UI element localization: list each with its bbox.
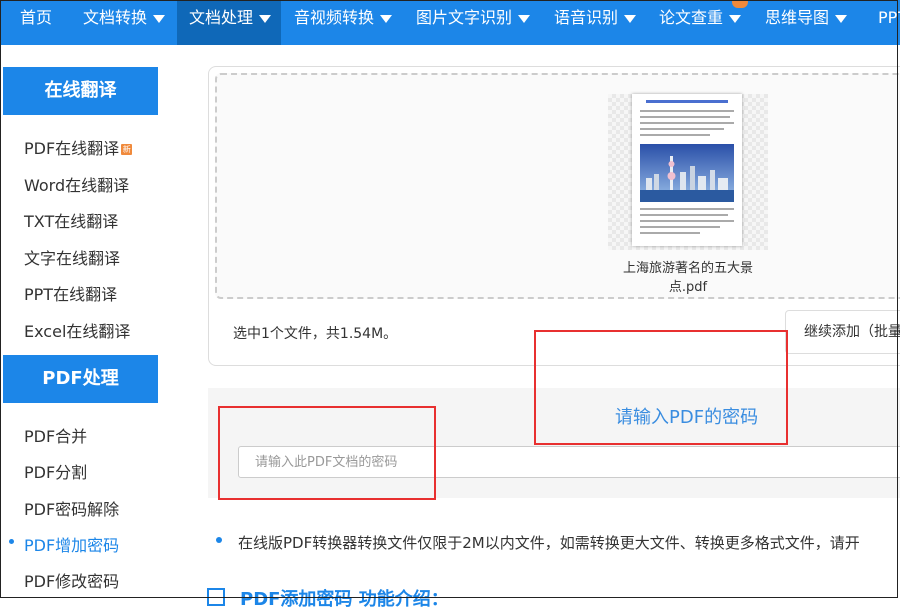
pdf-thumbnail[interactable] <box>632 94 742 246</box>
sidebar-item-label: PDF分割 <box>24 463 88 482</box>
sidebar-item-label: Word在线翻译 <box>24 176 130 195</box>
sidebar-section-title: 在线翻译 <box>44 80 117 101</box>
sidebar-item-label: PDF增加密码 <box>24 536 120 555</box>
nav-item-home[interactable]: 首页 <box>12 0 60 45</box>
sidebar-item-label: TXT在线翻译 <box>24 212 119 231</box>
thumbnail-text-line <box>640 208 734 210</box>
chevron-down-icon <box>518 14 531 23</box>
sidebar-item-pdf-merge[interactable]: PDF合并 <box>24 423 87 447</box>
sidebar-item-pdf-change-password[interactable]: PDF修改密码 <box>24 568 119 592</box>
file-size-notice: 在线版PDF转换器转换文件仅限于2M以内文件，如需转换更大文件、转换更多格式文件… <box>238 534 860 552</box>
thumbnail-text-line <box>640 122 734 124</box>
thumbnail-photo <box>640 144 734 202</box>
sidebar-item-text-translate[interactable]: 文字在线翻译 <box>24 245 120 269</box>
sidebar-item-label: PDF合并 <box>24 427 88 446</box>
sidebar-item-label: 文字在线翻译 <box>24 249 121 268</box>
chevron-down-icon <box>380 14 393 23</box>
nav-item-mindmap[interactable]: 思维导图 <box>757 0 855 45</box>
chevron-down-icon <box>624 14 637 23</box>
sidebar-item-ppt-translate[interactable]: PPT在线翻译 <box>24 281 117 305</box>
annotation-box-password-input <box>218 406 436 500</box>
chevron-down-icon <box>729 14 742 23</box>
file-info-text: 选中1个文件，共1.54M。 <box>233 326 398 342</box>
thumbnail-text-line <box>640 220 734 222</box>
nav-item-label: 文档转换 <box>83 8 148 27</box>
sidebar-item-excel-translate[interactable]: Excel在线翻译 <box>24 318 130 342</box>
nav-item-ppt[interactable]: PPT <box>870 0 900 45</box>
sidebar-section-translate: 在线翻译 <box>3 67 158 115</box>
thumbnail-text-line <box>640 214 728 216</box>
nav-item-speech[interactable]: 语音识别 <box>546 0 644 45</box>
nav-item-label: 思维导图 <box>765 8 830 27</box>
sidebar-item-pdf-translate[interactable]: PDF在线翻译新 <box>24 135 133 159</box>
nav-item-label: 图片文字识别 <box>416 8 513 27</box>
chevron-down-icon <box>835 14 848 23</box>
nav-item-label: 语音识别 <box>554 8 619 27</box>
chevron-down-icon <box>153 14 166 23</box>
sidebar-item-label: PDF在线翻译 <box>24 139 120 158</box>
feature-intro-heading: PDF添加密码 功能介绍： <box>240 589 449 610</box>
nav-item-label: 论文查重 <box>659 8 724 27</box>
sidebar-section-title: PDF处理 <box>42 368 119 389</box>
hot-badge-icon <box>732 0 748 8</box>
sidebar-item-word-translate[interactable]: Word在线翻译 <box>24 172 129 196</box>
thumbnail-text-line <box>640 226 720 228</box>
chevron-down-icon <box>259 14 272 23</box>
nav-item-doc-convert[interactable]: 文档转换 <box>75 0 173 45</box>
sidebar-item-label: PDF密码解除 <box>24 500 120 519</box>
sidebar-item-label: PDF修改密码 <box>24 572 120 591</box>
thumbnail-text-line <box>640 128 724 130</box>
current-item-dot-icon <box>9 539 14 544</box>
sidebar-item-pdf-split[interactable]: PDF分割 <box>24 459 87 483</box>
file-drop-area[interactable] <box>215 73 900 299</box>
annotation-box-password-title <box>534 330 788 445</box>
sidebar-item-label: PPT在线翻译 <box>24 285 118 304</box>
top-nav: 首页 文档转换 文档处理 音视频转换 图片文字识别 语音识别 论文查重 思维导图… <box>0 0 900 45</box>
nav-item-label: 首页 <box>20 8 53 27</box>
thumbnail-title-line <box>646 100 728 103</box>
notice-bullet-icon <box>216 537 222 543</box>
file-name: 上海旅游著名的五大景点.pdf <box>622 261 753 295</box>
thumbnail-text-line <box>640 232 700 234</box>
thumbnail-text-line <box>640 134 710 136</box>
nav-item-label: PPT <box>878 8 900 27</box>
thumbnail-text-line <box>640 116 730 118</box>
nav-item-doc-process[interactable]: 文档处理 <box>177 0 281 45</box>
nav-item-ocr[interactable]: 图片文字识别 <box>408 0 538 45</box>
add-more-files-button[interactable]: 继续添加（批量 <box>785 310 900 354</box>
nav-item-av-convert[interactable]: 音视频转换 <box>286 0 400 45</box>
thumbnail-text-line <box>640 110 734 112</box>
nav-item-label: 文档处理 <box>189 8 254 27</box>
intro-heading-icon <box>207 588 225 606</box>
sidebar-item-label: Excel在线翻译 <box>24 322 131 341</box>
sidebar-item-pdf-unlock[interactable]: PDF密码解除 <box>24 496 119 520</box>
sidebar-item-txt-translate[interactable]: TXT在线翻译 <box>24 208 118 232</box>
new-badge: 新 <box>121 144 133 155</box>
sidebar-section-pdf: PDF处理 <box>3 355 158 403</box>
sidebar-item-pdf-add-password[interactable]: PDF增加密码 <box>24 532 119 556</box>
nav-item-label: 音视频转换 <box>294 8 375 27</box>
